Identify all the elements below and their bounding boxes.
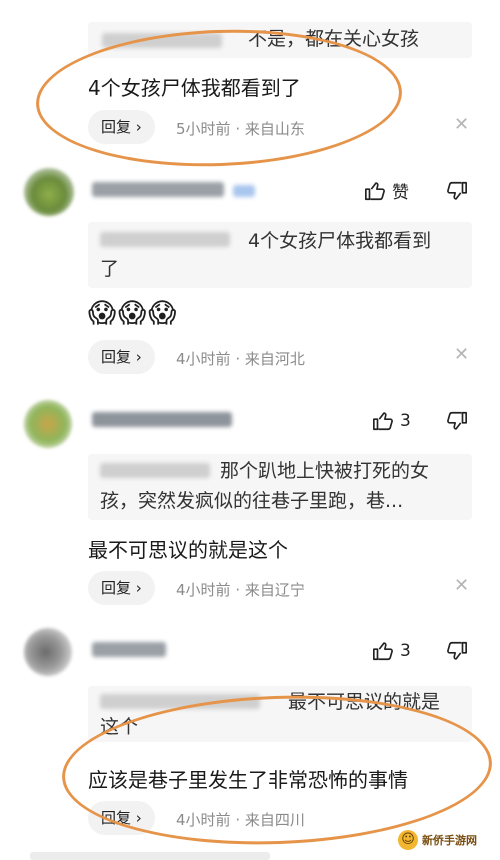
thumbs-down-icon xyxy=(447,411,467,430)
blurred-username xyxy=(92,642,166,661)
quote-text-line2: 了 xyxy=(100,258,120,280)
close-icon[interactable]: ✕ xyxy=(454,114,469,135)
comment-time: 4小时前 xyxy=(176,350,231,368)
comment-body: 最不可思议的就是这个 xyxy=(88,538,288,562)
close-icon[interactable]: ✕ xyxy=(454,344,469,365)
thumbs-down-icon xyxy=(447,641,467,660)
like-count: 3 xyxy=(400,411,411,431)
reply-label: 回复 xyxy=(101,348,132,366)
like-label: 赞 xyxy=(392,183,409,203)
quote-text-line1: 那个趴地上快被打死的女 xyxy=(220,460,430,482)
quoted-comment xyxy=(30,852,270,860)
chevron-right-icon: › xyxy=(131,348,142,366)
close-icon[interactable]: ✕ xyxy=(454,575,469,596)
quote-text-line2: 孩，突然发疯似的往巷子里跑，巷... xyxy=(100,490,404,512)
comment-location: 来自河北 xyxy=(244,350,305,368)
thumbs-up-icon xyxy=(373,412,393,431)
chevron-right-icon: › xyxy=(131,579,142,597)
dislike-button[interactable] xyxy=(446,410,468,436)
smiley-logo-icon: ☺ xyxy=(398,830,418,850)
like-count: 3 xyxy=(400,641,411,661)
avatar xyxy=(24,628,72,676)
blurred-username xyxy=(92,182,256,201)
quote-text-line1: 4个女孩尸体我都看到 xyxy=(248,230,432,252)
reply-button[interactable]: 回复 › xyxy=(88,340,155,374)
quoted-comment: 那个趴地上快被打死的女 孩，突然发疯似的往巷子里跑，巷... xyxy=(88,454,472,520)
thumbs-up-icon xyxy=(365,181,385,200)
comment-meta: 4小时前 · 来自辽宁 xyxy=(176,581,305,599)
watermark: ☺ 新侨手游网 xyxy=(398,830,477,850)
blurred-username xyxy=(92,412,232,431)
like-button[interactable]: 赞 xyxy=(364,178,409,203)
comment-meta: 4小时前 · 来自河北 xyxy=(176,350,305,368)
blurred-username xyxy=(100,232,230,247)
like-button[interactable]: 3 xyxy=(372,410,411,432)
thumbs-up-icon xyxy=(373,642,393,661)
thumbs-down-icon xyxy=(447,181,467,200)
dislike-button[interactable] xyxy=(446,180,468,206)
blurred-username xyxy=(100,463,210,478)
watermark-text: 新侨手游网 xyxy=(422,834,477,847)
reply-button[interactable]: 回复 › xyxy=(88,571,155,605)
avatar xyxy=(24,168,74,216)
comment-location: 来自辽宁 xyxy=(244,581,305,599)
like-button[interactable]: 3 xyxy=(372,640,411,662)
comment-time: 4小时前 xyxy=(176,581,231,599)
avatar xyxy=(24,400,72,448)
quoted-comment: 4个女孩尸体我都看到 了 xyxy=(88,222,472,288)
emoji-reaction: 😱😱😱 xyxy=(88,298,179,329)
dislike-button[interactable] xyxy=(446,640,468,666)
reply-label: 回复 xyxy=(101,579,132,597)
